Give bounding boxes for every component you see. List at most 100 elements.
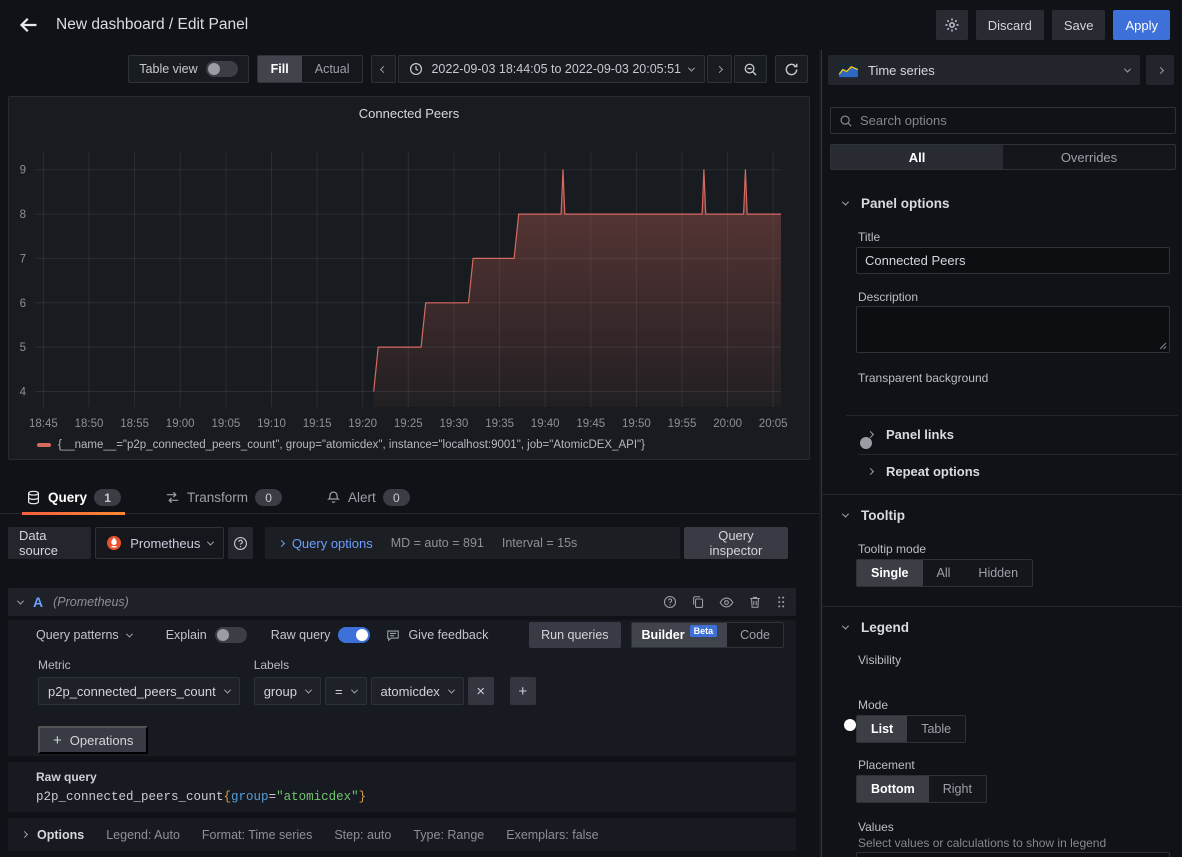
metric-field: Metric p2p_connected_peers_count [38, 658, 240, 705]
time-shift-back-button[interactable] [371, 55, 396, 83]
plus-icon: + [53, 732, 62, 749]
options-search-input[interactable] [860, 113, 1167, 128]
repeat-options-title: Repeat options [886, 464, 980, 479]
tooltip-header[interactable]: Tooltip [843, 508, 905, 523]
query-help-icon[interactable] [663, 595, 677, 609]
legend-header[interactable]: Legend [843, 620, 909, 635]
query-options-toggle[interactable]: Query options [279, 536, 373, 551]
tab-alert[interactable]: Alert 0 [326, 482, 410, 514]
tab-query[interactable]: Query 1 [26, 482, 121, 514]
remove-label-filter-button[interactable]: × [468, 677, 494, 705]
collapse-query-chevron[interactable] [17, 597, 24, 604]
chart-panel: Connected Peers 18:4518:5018:5519:0019:0… [8, 96, 810, 460]
bell-icon [326, 490, 341, 505]
time-range-text: 2022-09-03 18:44:05 to 2022-09-03 20:05:… [431, 62, 681, 76]
top-nav: New dashboard / Edit Panel Discard Save … [0, 0, 1182, 50]
label-operator-select[interactable]: = [325, 677, 367, 705]
chart-legend[interactable]: {__name__="p2p_connected_peers_count", g… [37, 439, 645, 451]
metric-value: p2p_connected_peers_count [48, 684, 216, 699]
datasource-picker[interactable]: Prometheus [95, 527, 224, 559]
time-range-picker[interactable]: 2022-09-03 18:44:05 to 2022-09-03 20:05:… [398, 55, 705, 83]
options-search[interactable] [830, 107, 1176, 134]
values-hint: Select values or calculations to show in… [858, 836, 1106, 850]
options-expander[interactable]: Options [22, 828, 84, 842]
fill-option[interactable]: Fill [258, 56, 302, 82]
run-queries-button[interactable]: Run queries [529, 622, 620, 648]
tab-all[interactable]: All [831, 145, 1003, 169]
raw-query-switch[interactable] [338, 627, 370, 643]
tooltip-single-option[interactable]: Single [857, 560, 923, 586]
give-feedback-link[interactable]: Give feedback [386, 628, 488, 642]
hide-query-eye-icon[interactable] [719, 595, 734, 610]
query-patterns-dropdown[interactable]: Query patterns [36, 628, 132, 642]
svg-text:5: 5 [20, 342, 26, 354]
datasource-help-button[interactable] [228, 527, 252, 559]
description-textarea[interactable] [856, 306, 1170, 353]
placement-right-option[interactable]: Right [929, 776, 986, 802]
time-series-chart[interactable]: 18:4518:5018:5519:0019:0519:1019:1519:20… [9, 123, 809, 437]
duplicate-query-icon[interactable] [691, 595, 705, 609]
footer-type: Type: Range [413, 828, 484, 842]
visualization-picker[interactable]: Time series [828, 55, 1140, 85]
time-shift-forward-button[interactable] [707, 55, 732, 83]
query-options-label: Query options [292, 536, 373, 551]
tab-transform[interactable]: Transform 0 [165, 482, 282, 514]
collapse-options-pane-button[interactable] [1146, 55, 1174, 85]
apply-button[interactable]: Apply [1113, 10, 1170, 40]
zoom-out-button[interactable] [734, 55, 767, 83]
label-key-select[interactable]: group [254, 677, 321, 705]
svg-text:18:50: 18:50 [75, 418, 104, 430]
search-icon [839, 114, 853, 128]
tab-query-label: Query [48, 490, 87, 505]
builder-label: Builder [642, 628, 685, 642]
raw-query-toggle-group: Raw query [271, 627, 371, 643]
values-label: Values [858, 820, 894, 834]
panel-settings-button[interactable] [936, 10, 968, 40]
panel-title-input[interactable] [856, 247, 1170, 274]
save-button[interactable]: Save [1052, 10, 1106, 40]
builder-option[interactable]: Builder Beta [632, 623, 728, 647]
legend-mode-list-option[interactable]: List [857, 716, 907, 742]
interval-value: Interval = 15s [502, 536, 577, 550]
delete-query-trash-icon[interactable] [748, 595, 762, 609]
svg-text:19:40: 19:40 [531, 418, 560, 430]
label-value-select[interactable]: atomicdex [371, 677, 464, 705]
tooltip-hidden-option[interactable]: Hidden [964, 560, 1032, 586]
legend-mode-table-option[interactable]: Table [907, 716, 965, 742]
tooltip-all-option[interactable]: All [923, 560, 965, 586]
resize-handle-icon[interactable] [1159, 342, 1167, 350]
table-view-label: Table view [139, 62, 197, 76]
title-label: Title [858, 230, 880, 244]
discard-button[interactable]: Discard [976, 10, 1044, 40]
add-label-filter-button[interactable]: + [510, 677, 536, 705]
builder-code-group: Builder Beta Code [631, 622, 784, 648]
explain-switch[interactable] [215, 627, 247, 643]
drag-handle-icon[interactable] [776, 595, 786, 609]
code-option[interactable]: Code [727, 623, 783, 647]
repeat-options-header[interactable]: Repeat options [868, 464, 980, 479]
legend-series-label[interactable]: {__name__="p2p_connected_peers_count", g… [58, 439, 645, 451]
datasource-row: Data source Prometheus Query options MD … [8, 527, 788, 559]
operations-label: Operations [70, 733, 134, 748]
actual-option[interactable]: Actual [302, 56, 363, 82]
back-button[interactable] [12, 8, 46, 42]
panel-links-header[interactable]: Panel links [868, 427, 954, 442]
legend-values-input[interactable] [856, 852, 1170, 857]
svg-text:19:30: 19:30 [440, 418, 469, 430]
add-operations-button[interactable]: + Operations [38, 726, 148, 754]
panel-options-header[interactable]: Panel options [843, 196, 950, 211]
query-row-header[interactable]: A (Prometheus) [8, 588, 796, 616]
placement-bottom-option[interactable]: Bottom [857, 776, 929, 802]
description-label: Description [858, 290, 918, 304]
chart-panel-title: Connected Peers [9, 97, 809, 121]
query-inspector-button[interactable]: Query inspector [684, 527, 788, 559]
metric-select[interactable]: p2p_connected_peers_count [38, 677, 240, 705]
zoom-out-icon [743, 62, 758, 77]
refresh-button[interactable] [775, 55, 808, 83]
tab-overrides[interactable]: Overrides [1003, 145, 1175, 169]
table-view-switch[interactable] [206, 61, 238, 77]
query-options-bar: Query options MD = auto = 891 Interval =… [265, 527, 680, 559]
labels-field: Labels group = atomicdex × + [254, 658, 536, 705]
clock-icon [409, 62, 423, 76]
legend-series-swatch[interactable] [37, 443, 51, 447]
